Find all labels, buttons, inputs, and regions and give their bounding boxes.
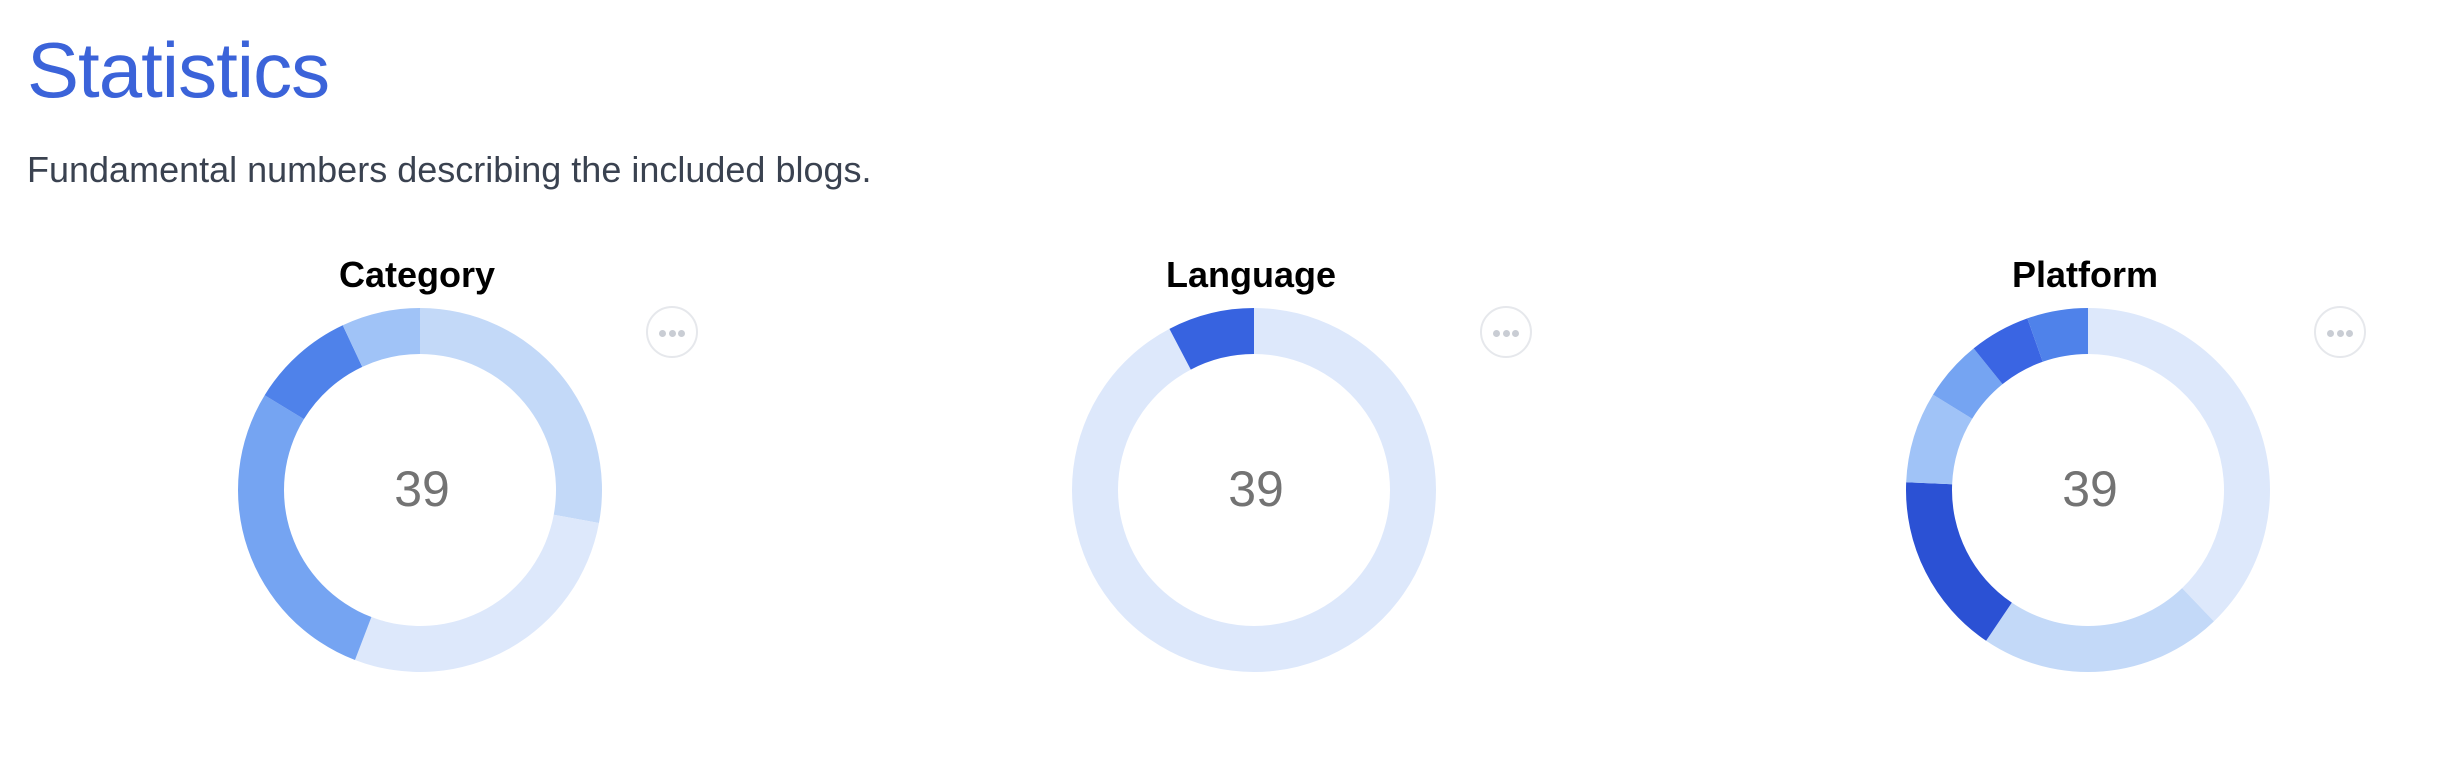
chart-title-language: Language (1165, 254, 1336, 295)
menu-dot (1512, 330, 1519, 337)
chart-title-category: Category (338, 254, 496, 295)
donut-slice-category-2[interactable] (237, 395, 372, 660)
menu-dot (1502, 330, 1510, 337)
donut-slice-platform-1[interactable] (1986, 588, 2214, 672)
platform-chart-card: Platform 39 (1668, 250, 2442, 710)
menu-dot (2336, 330, 2344, 337)
platform-total-label: 39 (2062, 461, 2118, 517)
language-chart-menu-button[interactable] (1480, 306, 1532, 358)
language-chart-card: Language 39 (834, 250, 1674, 710)
menu-dot (2327, 330, 2334, 337)
page-title: Statistics (27, 26, 330, 114)
category-chart-card: Category 39 (0, 250, 840, 710)
platform-donut-chart: 39 (1906, 308, 2270, 672)
donut-slice-platform-2[interactable] (1906, 482, 2012, 641)
category-total-label: 39 (394, 461, 450, 517)
menu-dot (678, 330, 685, 337)
menu-dot (1493, 330, 1500, 337)
category-donut-chart: 39 (237, 308, 603, 672)
statistics-section: Statistics Fundamental numbers describin… (0, 0, 2442, 760)
platform-chart-menu-button[interactable] (2314, 306, 2366, 358)
menu-dot (2346, 330, 2353, 337)
page-subtitle: Fundamental numbers describing the inclu… (27, 149, 872, 190)
language-total-label: 39 (1228, 461, 1284, 517)
category-chart-menu-button[interactable] (646, 306, 698, 358)
chart-title-platform: Platform (2011, 254, 2159, 295)
donut-slice-category-1[interactable] (354, 514, 599, 672)
menu-dot (668, 330, 676, 337)
language-donut-chart: 39 (1072, 308, 1436, 672)
menu-dot (659, 330, 666, 337)
